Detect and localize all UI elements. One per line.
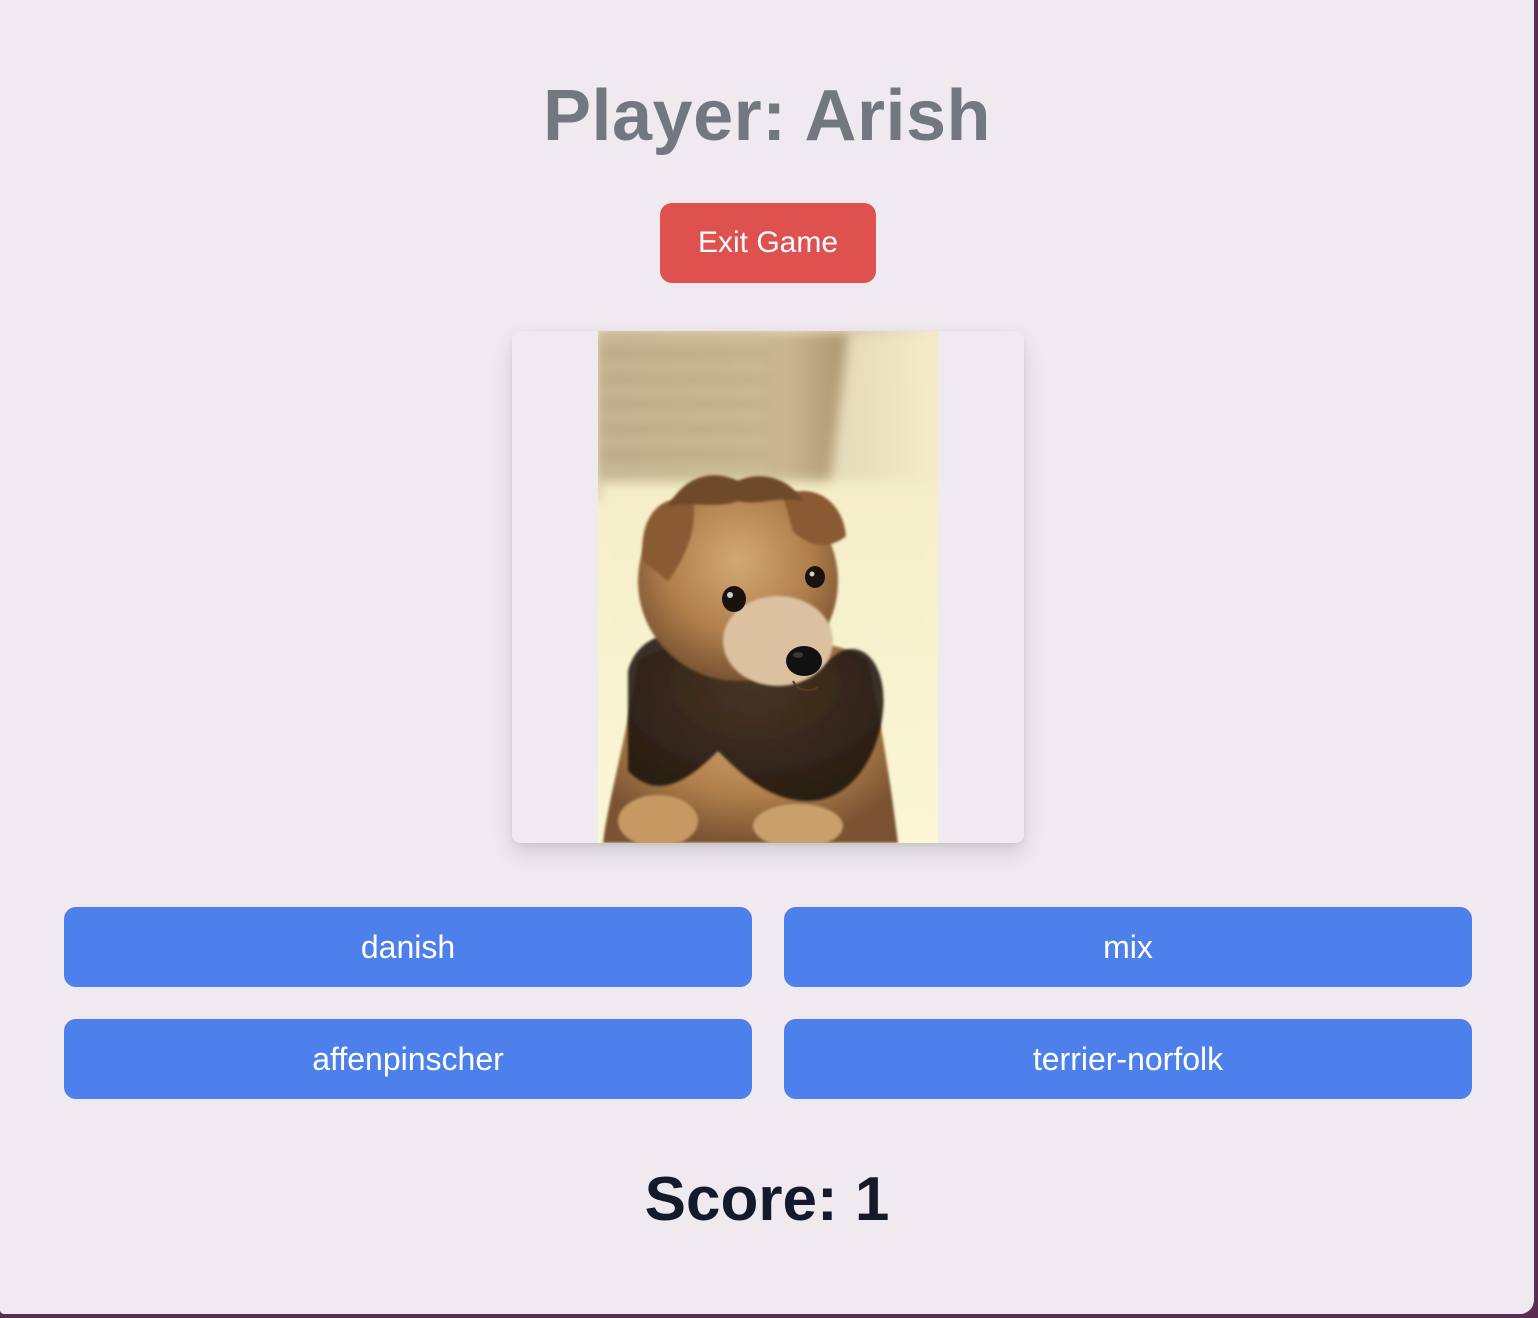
answer-button-danish[interactable]: danish [64, 907, 752, 987]
dog-photo [598, 331, 938, 843]
player-title: Player: Arish [542, 76, 992, 156]
exit-game-button[interactable]: Exit Game [660, 203, 876, 283]
game-window: Player: Arish Exit Game danish mix affen… [0, 0, 1534, 1314]
dog-image-card [512, 331, 1024, 843]
score-display: Score: 1 [644, 1165, 890, 1234]
answer-button-mix[interactable]: mix [784, 907, 1472, 987]
answer-button-terrier-norfolk[interactable]: terrier-norfolk [784, 1019, 1472, 1099]
answer-button-affenpinscher[interactable]: affenpinscher [64, 1019, 752, 1099]
